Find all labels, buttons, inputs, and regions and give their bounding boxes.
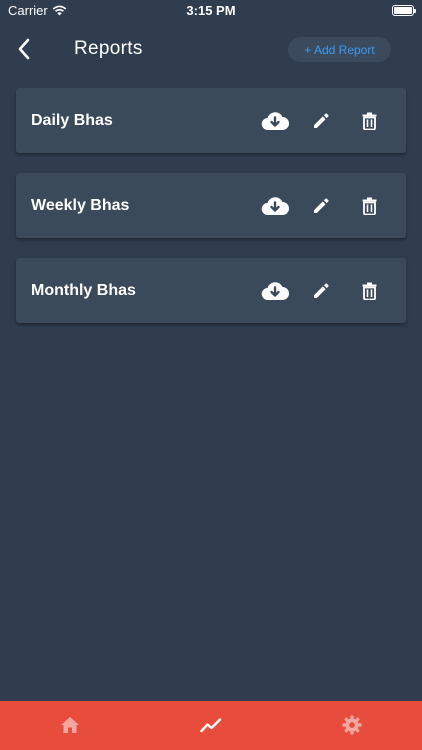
edit-button[interactable]: [306, 106, 336, 136]
report-actions: [260, 88, 384, 153]
download-button[interactable]: [260, 106, 290, 136]
download-button[interactable]: [260, 276, 290, 306]
cloud-download-icon: [261, 281, 289, 300]
pencil-icon: [314, 112, 329, 128]
report-name: Daily Bhas: [31, 112, 113, 129]
delete-button[interactable]: [354, 191, 384, 221]
report-actions: [260, 173, 384, 238]
report-name: Monthly Bhas: [31, 282, 136, 299]
nav-bar: Reports + Add Report: [0, 22, 422, 78]
tab-reports[interactable]: [141, 701, 282, 750]
delete-button[interactable]: [354, 276, 384, 306]
tab-home[interactable]: [0, 701, 141, 750]
report-card[interactable]: Daily Bhas: [16, 88, 406, 153]
trash-icon: [362, 282, 376, 300]
report-card[interactable]: Monthly Bhas: [16, 258, 406, 323]
trend-chart-icon: [200, 717, 222, 732]
trash-icon: [362, 112, 376, 130]
report-list: Daily Bhas Weekly Bhas Monthly Bhas: [16, 88, 406, 343]
page-title: Reports: [74, 38, 143, 59]
pencil-icon: [314, 282, 329, 298]
tab-settings[interactable]: [281, 701, 422, 750]
tab-bar: [0, 701, 422, 750]
battery-icon: [392, 5, 416, 16]
pencil-icon: [314, 197, 329, 213]
trash-icon: [362, 197, 376, 215]
cloud-download-icon: [261, 111, 289, 130]
delete-button[interactable]: [354, 106, 384, 136]
gear-icon: [342, 715, 362, 734]
report-card[interactable]: Weekly Bhas: [16, 173, 406, 238]
edit-button[interactable]: [306, 191, 336, 221]
cloud-download-icon: [261, 196, 289, 215]
add-report-button[interactable]: + Add Report: [288, 37, 391, 62]
back-button[interactable]: [10, 34, 38, 64]
status-time: 3:15 PM: [186, 3, 236, 18]
edit-button[interactable]: [306, 276, 336, 306]
home-icon: [61, 716, 80, 733]
report-actions: [260, 258, 384, 323]
status-bar: Carrier 3:15 PM: [0, 0, 422, 22]
report-name: Weekly Bhas: [31, 197, 130, 214]
download-button[interactable]: [260, 191, 290, 221]
chevron-left-icon: [18, 38, 30, 60]
